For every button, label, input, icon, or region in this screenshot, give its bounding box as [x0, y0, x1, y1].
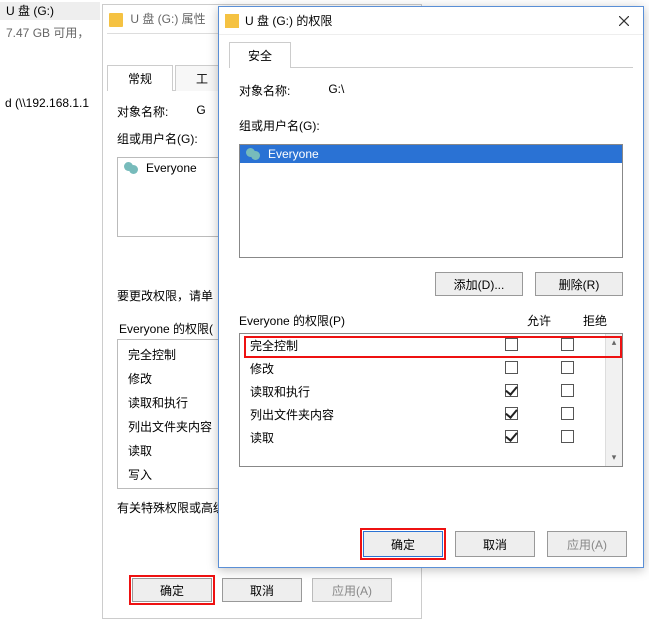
- object-name-label: 对象名称:: [239, 82, 290, 99]
- perm-row: 读取: [240, 426, 605, 449]
- cancel-button[interactable]: 取消: [455, 531, 535, 557]
- explorer-drive-freespace: 7.47 GB 可用，: [6, 24, 89, 41]
- scrollbar[interactable]: ▴ ▾: [605, 334, 622, 466]
- ok-button[interactable]: 确定: [363, 531, 443, 557]
- list-item[interactable]: Everyone: [240, 145, 622, 163]
- drive-icon: [109, 13, 123, 27]
- cancel-button[interactable]: 取消: [222, 578, 302, 602]
- close-icon: [619, 16, 629, 26]
- add-button[interactable]: 添加(D)...: [435, 272, 523, 296]
- group-icon: [246, 148, 262, 160]
- object-name-value: G: [196, 103, 205, 120]
- perm-label: 列出文件夹内容: [250, 406, 483, 423]
- allow-checkbox[interactable]: [505, 384, 518, 397]
- permissions-window: U 盘 (G:) 的权限 安全 对象名称: G:\ 组或用户名(G): Ever…: [218, 6, 644, 568]
- properties-title: U 盘 (G:) 属性: [130, 12, 205, 26]
- perm-label: 读取和执行: [250, 383, 483, 400]
- perm-label: 完全控制: [250, 337, 483, 354]
- group-users-list[interactable]: Everyone: [239, 144, 623, 258]
- deny-checkbox[interactable]: [561, 338, 574, 351]
- scroll-down-icon[interactable]: ▾: [606, 449, 623, 466]
- remove-button[interactable]: 删除(R): [535, 272, 623, 296]
- object-name-label: 对象名称:: [117, 103, 168, 120]
- allow-checkbox[interactable]: [505, 361, 518, 374]
- permissions-title: U 盘 (G:) 的权限: [245, 12, 332, 29]
- deny-checkbox[interactable]: [561, 384, 574, 397]
- close-button[interactable]: [611, 11, 637, 31]
- perm-row: 完全控制: [240, 334, 605, 357]
- permissions-titlebar[interactable]: U 盘 (G:) 的权限: [219, 7, 643, 35]
- deny-checkbox[interactable]: [561, 430, 574, 443]
- perm-label: 修改: [250, 360, 483, 377]
- perm-row: 列出文件夹内容: [240, 403, 605, 426]
- perm-label: 读取: [250, 429, 483, 446]
- col-deny: 拒绝: [567, 312, 623, 329]
- explorer-drive-row[interactable]: U 盘 (G:): [0, 2, 100, 20]
- object-name-value: G:\: [328, 82, 344, 99]
- allow-checkbox[interactable]: [505, 430, 518, 443]
- group-users-label: 组或用户名(G):: [239, 117, 623, 134]
- perm-header: Everyone 的权限(P): [239, 312, 511, 329]
- group-icon: [124, 162, 140, 174]
- user-name: Everyone: [146, 161, 197, 175]
- explorer-network-path[interactable]: d (\\192.168.1.1: [5, 96, 89, 110]
- deny-checkbox[interactable]: [561, 361, 574, 374]
- tab-security[interactable]: 安全: [229, 42, 291, 68]
- deny-checkbox[interactable]: [561, 407, 574, 420]
- scroll-up-icon[interactable]: ▴: [606, 334, 623, 351]
- ok-button[interactable]: 确定: [132, 578, 212, 602]
- col-allow: 允许: [511, 312, 567, 329]
- allow-checkbox[interactable]: [505, 407, 518, 420]
- folder-icon: [225, 14, 239, 28]
- apply-button[interactable]: 应用(A): [547, 531, 627, 557]
- perm-row: 读取和执行: [240, 380, 605, 403]
- perm-row: 修改: [240, 357, 605, 380]
- apply-button[interactable]: 应用(A): [312, 578, 392, 602]
- tab-general[interactable]: 常规: [107, 65, 173, 91]
- user-name: Everyone: [268, 147, 319, 161]
- allow-checkbox[interactable]: [505, 338, 518, 351]
